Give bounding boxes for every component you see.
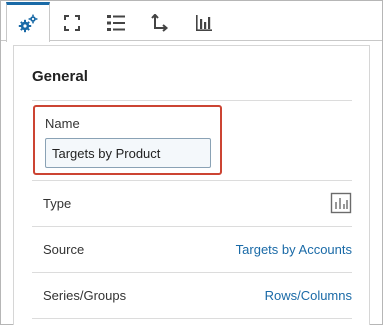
gears-icon (18, 14, 38, 34)
property-row-source: Source Targets by Accounts (32, 227, 352, 273)
tab-chart[interactable] (182, 5, 226, 41)
tab-general-properties[interactable] (6, 2, 50, 42)
divider (32, 318, 352, 319)
bar-chart-icon (195, 14, 213, 32)
expand-icon (63, 14, 81, 32)
property-row-type: Type (32, 181, 352, 227)
source-label: Source (43, 242, 85, 257)
source-link[interactable]: Targets by Accounts (236, 242, 352, 257)
name-label: Name (45, 116, 80, 131)
properties-pane: General Name Type Source Targets by Acco… (0, 0, 383, 325)
list-icon (106, 14, 126, 32)
axis-icon (151, 14, 169, 32)
tab-axis[interactable] (138, 5, 182, 41)
section-title: General (32, 68, 88, 85)
name-field-highlight: Name (33, 105, 222, 175)
property-row-series-groups: Series/Groups Rows/Columns (32, 273, 352, 319)
tab-bar (1, 1, 382, 42)
type-label: Type (43, 196, 72, 211)
series-groups-link[interactable]: Rows/Columns (265, 288, 352, 303)
general-section: General Name Type Source Targets by Acco… (13, 45, 370, 325)
series-groups-label: Series/Groups (43, 288, 127, 303)
bar-chart-icon[interactable] (330, 192, 352, 214)
tab-list[interactable] (94, 5, 138, 41)
divider (32, 100, 352, 101)
name-input[interactable] (45, 138, 211, 168)
tab-layout[interactable] (50, 5, 94, 41)
